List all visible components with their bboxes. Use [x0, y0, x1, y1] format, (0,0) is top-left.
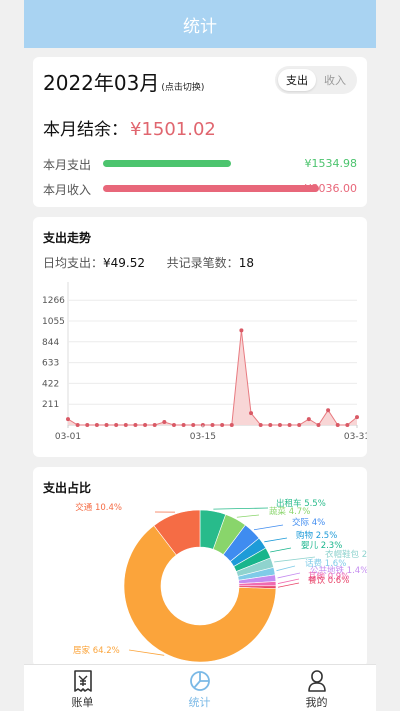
trend-point [133, 423, 138, 427]
toggle-expense[interactable]: 支出 [278, 69, 316, 91]
pie-leader-line [277, 578, 300, 584]
trend-point [94, 423, 99, 427]
count-label: 共记录笔数： [166, 256, 239, 270]
trend-title: 支出走势 [43, 231, 92, 245]
pie-slice-label: 交际 4% [292, 517, 325, 528]
trend-point [220, 423, 225, 427]
trend-point [239, 328, 244, 333]
trend-point [287, 423, 292, 427]
trend-point [123, 423, 128, 427]
expense-value: ¥1534.98 [304, 157, 358, 170]
pie-leader-line [277, 572, 301, 579]
trend-point [277, 423, 282, 427]
pie-slice-label: 交通 10.4% [75, 502, 122, 513]
trend-area [68, 330, 357, 425]
month-hint: (点击切换) [161, 83, 205, 93]
pie-leader-line [128, 649, 165, 656]
y-tick-label: 1266 [42, 296, 65, 306]
pie-leader-line [264, 537, 288, 543]
expense-label: 本月支出 [43, 158, 92, 172]
avg-value: ¥49.52 [103, 256, 146, 270]
expense-income-toggle[interactable]: 支出 收入 [275, 66, 357, 94]
pie-leader-line [236, 514, 260, 518]
pie-leader-line [253, 524, 284, 531]
avg-label: 日均支出： [43, 256, 104, 270]
trend-point [258, 423, 263, 427]
month-label: 2022年03月 [43, 71, 160, 95]
trend-point [335, 423, 340, 427]
trend-point [104, 423, 109, 427]
trend-point [171, 423, 176, 427]
pie-leader-line [276, 565, 296, 572]
pie-slice-label: 餐饮 0.6% [308, 575, 349, 586]
month-selector[interactable]: 2022年03月 (点击切换) [43, 67, 204, 96]
pie-leader-line [270, 547, 292, 553]
tab-stats-label: 统计 [188, 696, 211, 709]
pie-leader-line [213, 507, 269, 510]
trend-card: 支出走势 日均支出：¥49.52 共记录笔数：18 211 422 633 844 10… [33, 217, 367, 457]
expense-row: 本月支出 ¥1534.98 [43, 156, 357, 172]
trend-line [67, 330, 358, 426]
trend-point [162, 420, 167, 425]
balance-value: ¥1501.02 [130, 119, 216, 140]
bottom-tab-bar: 账单 统计 我的 [24, 664, 376, 711]
trend-point [152, 423, 157, 427]
tab-bill[interactable]: 账单 [24, 665, 141, 711]
tab-bill-label: 账单 [71, 696, 94, 709]
income-bar [103, 185, 319, 192]
trend-point [345, 423, 350, 427]
trend-point [268, 423, 273, 427]
income-row: 本月收入 ¥3036.00 [43, 181, 357, 197]
tab-mine-label: 我的 [305, 696, 328, 709]
app-header: 统计 [24, 0, 376, 48]
x-tick-label: 03-15 [190, 432, 216, 442]
pie-slice-label: 居家 64.2% [73, 645, 120, 656]
trend-point [114, 423, 119, 427]
trend-point [143, 423, 148, 427]
pie-leader-line [277, 582, 300, 588]
summary-card: 2022年03月 (点击切换) 支出 收入 本月结余： ¥1501.02 本月支出 … [33, 57, 367, 207]
x-tick-label: 03-31 [344, 432, 367, 442]
income-value: ¥3036.00 [304, 182, 358, 195]
trend-stats: 日均支出：¥49.52 共记录笔数：18 [43, 254, 254, 271]
pie-chart-icon [190, 671, 210, 691]
y-tick-label: 422 [42, 379, 59, 389]
trend-point [181, 423, 186, 427]
share-pie-chart: 出租车 5.5%蔬菜 4.7%交际 4%购物 2.5%婴儿 2.3%衣帽鞋包 2… [73, 498, 367, 663]
trend-point [326, 408, 331, 413]
pie-slice-label: 购物 2.5% [296, 530, 337, 541]
page-title: 统计 [183, 16, 217, 37]
trend-point [191, 423, 196, 427]
trend-point [297, 423, 302, 427]
x-tick-label: 03-01 [55, 432, 81, 442]
income-label: 本月收入 [43, 183, 92, 197]
balance-label: 本月结余： [43, 120, 128, 140]
share-card: 支出占比 出租车 5.5% 蔬菜 4.7% 交际 4% 购物 2.5% 婴儿 2.3% 衣… [33, 467, 367, 667]
trend-point [355, 415, 359, 420]
bill-icon [74, 670, 92, 692]
y-tick-label: 633 [42, 359, 59, 369]
tab-mine[interactable]: 我的 [258, 665, 375, 711]
trend-point [316, 423, 321, 427]
trend-point [75, 423, 80, 427]
trend-point [249, 411, 254, 416]
trend-point [306, 417, 311, 422]
trend-point [229, 423, 234, 427]
trend-line-chart: 211 422 633 844 1055 1266 03-01 03-15 03-31 [42, 282, 367, 442]
balance-line: 本月结余： ¥1501.02 [43, 115, 216, 140]
y-tick-label: 211 [42, 400, 59, 410]
trend-point [66, 417, 70, 422]
trend-point [85, 423, 90, 427]
trend-point [210, 423, 215, 427]
user-icon [308, 670, 326, 692]
pie-slice-label: 蔬菜 4.7% [269, 506, 310, 517]
toggle-income[interactable]: 收入 [316, 69, 354, 91]
expense-bar [103, 160, 231, 167]
tab-stats[interactable]: 统计 [141, 665, 258, 711]
y-tick-label: 844 [42, 338, 59, 348]
y-tick-label: 1055 [42, 317, 65, 327]
count-value: 18 [238, 256, 254, 270]
